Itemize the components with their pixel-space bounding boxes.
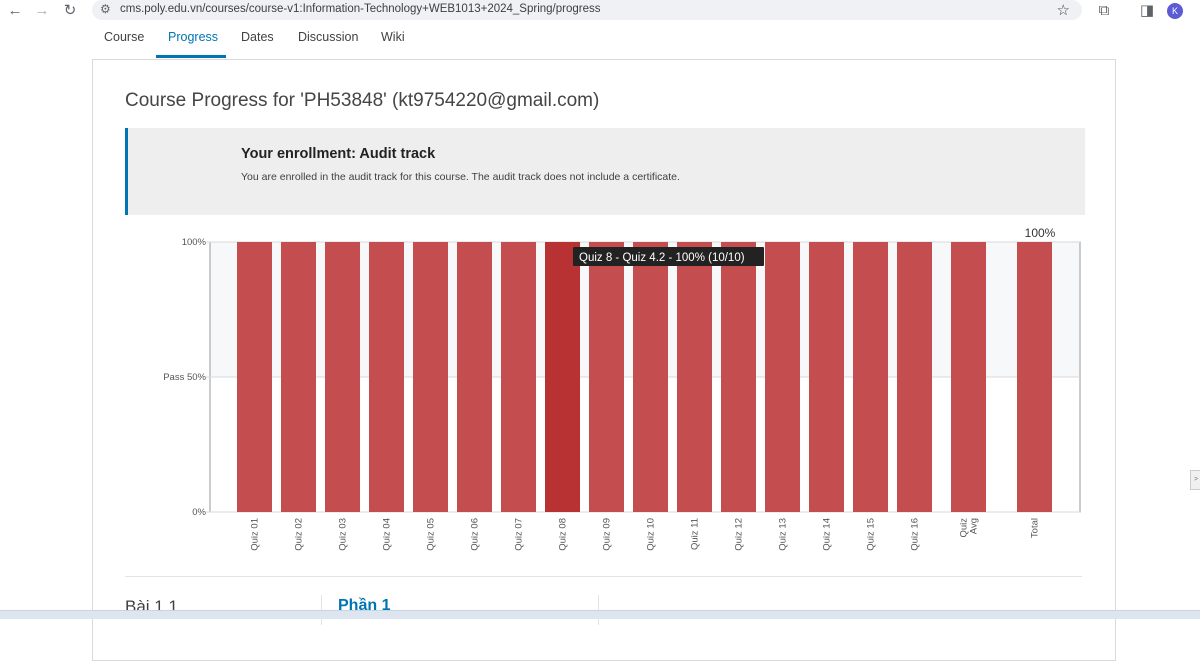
address-bar[interactable]: ⚙ cms.poly.edu.vn/courses/course-v1:Info…: [92, 0, 1082, 20]
chart-bar: [281, 242, 316, 512]
chart-bar: [677, 242, 712, 512]
x-tick-label: Total: [1030, 518, 1041, 538]
extensions-icon[interactable]: ⧉: [1095, 2, 1113, 20]
x-tick-label: Quiz 11: [690, 518, 701, 550]
y-tick-label: 0%: [192, 507, 206, 518]
x-tick-label: Quiz 04: [382, 518, 393, 551]
chart-bar: [853, 242, 888, 512]
y-tick-label: Pass 50%: [163, 372, 206, 383]
total-value-label: 100%: [1025, 226, 1056, 240]
chart-bar: [765, 242, 800, 512]
chart-tooltip-text: Quiz 8 - Quiz 4.2 - 100% (10/10): [579, 252, 745, 264]
chart-bar: [1017, 242, 1052, 512]
chart-bar: [951, 242, 986, 512]
forward-icon[interactable]: →: [33, 2, 51, 20]
x-tick-label: Quiz 06: [470, 518, 481, 551]
tab-progress[interactable]: Progress: [168, 30, 218, 44]
x-tick-label: Quiz 03: [338, 518, 349, 551]
chart-bar: [237, 242, 272, 512]
back-icon[interactable]: ←: [6, 2, 24, 20]
chart-bar: [545, 242, 580, 512]
chart-bar: [809, 242, 844, 512]
active-tab-indicator: [156, 55, 226, 58]
x-tick-label: Quiz 07: [514, 518, 525, 551]
bookmark-star-icon[interactable]: ☆: [1057, 1, 1070, 19]
chart-bar: [369, 242, 404, 512]
y-tick-label: 100%: [182, 237, 207, 248]
tab-wiki[interactable]: Wiki: [381, 30, 405, 44]
side-panel-handle[interactable]: >: [1190, 470, 1200, 490]
profile-avatar[interactable]: K: [1167, 3, 1183, 19]
site-info-icon[interactable]: ⚙: [100, 2, 111, 16]
chart-bar: [633, 242, 668, 512]
progress-card: Course Progress for 'PH53848' (kt9754220…: [92, 59, 1116, 661]
x-tick-label: Quiz 08: [558, 518, 569, 551]
chart-bar: [589, 242, 624, 512]
x-tick-label: Quiz 14: [822, 518, 833, 551]
x-tick-label: Quiz 10: [646, 518, 657, 551]
x-tick-label: Quiz 12: [734, 518, 745, 551]
chart-bar: [325, 242, 360, 512]
side-panel-icon[interactable]: ◨: [1138, 2, 1156, 20]
chart-bar: [721, 242, 756, 512]
x-tick-label: Quiz 15: [866, 518, 877, 551]
tab-dates[interactable]: Dates: [241, 30, 274, 44]
x-tick-label: Quiz 02: [294, 518, 305, 551]
chart-bar: [457, 242, 492, 512]
tab-course[interactable]: Course: [104, 30, 144, 44]
x-tick-label: Quiz 16: [910, 518, 921, 551]
x-tick-label: Avg: [969, 518, 980, 534]
section-divider: [125, 576, 1082, 577]
tab-discussion[interactable]: Discussion: [298, 30, 358, 44]
url-text[interactable]: cms.poly.edu.vn/courses/course-v1:Inform…: [120, 3, 601, 15]
reload-icon[interactable]: ↻: [61, 2, 79, 20]
chart-bar: [897, 242, 932, 512]
x-tick-label: Quiz 09: [602, 518, 613, 551]
x-tick-label: Quiz 01: [250, 518, 261, 551]
grade-chart: 100% Pass 50% 0% Quiz 01 Quiz 02 Quiz 03 Quiz …: [163, 226, 1081, 551]
browser-toolbar: ← → ↻ ⚙ cms.poly.edu.vn/courses/course-v…: [0, 0, 1200, 22]
chart-bar: [413, 242, 448, 512]
x-tick-label: Quiz 05: [426, 518, 437, 551]
chart-bar: [501, 242, 536, 512]
x-tick-label: Quiz 13: [778, 518, 789, 551]
